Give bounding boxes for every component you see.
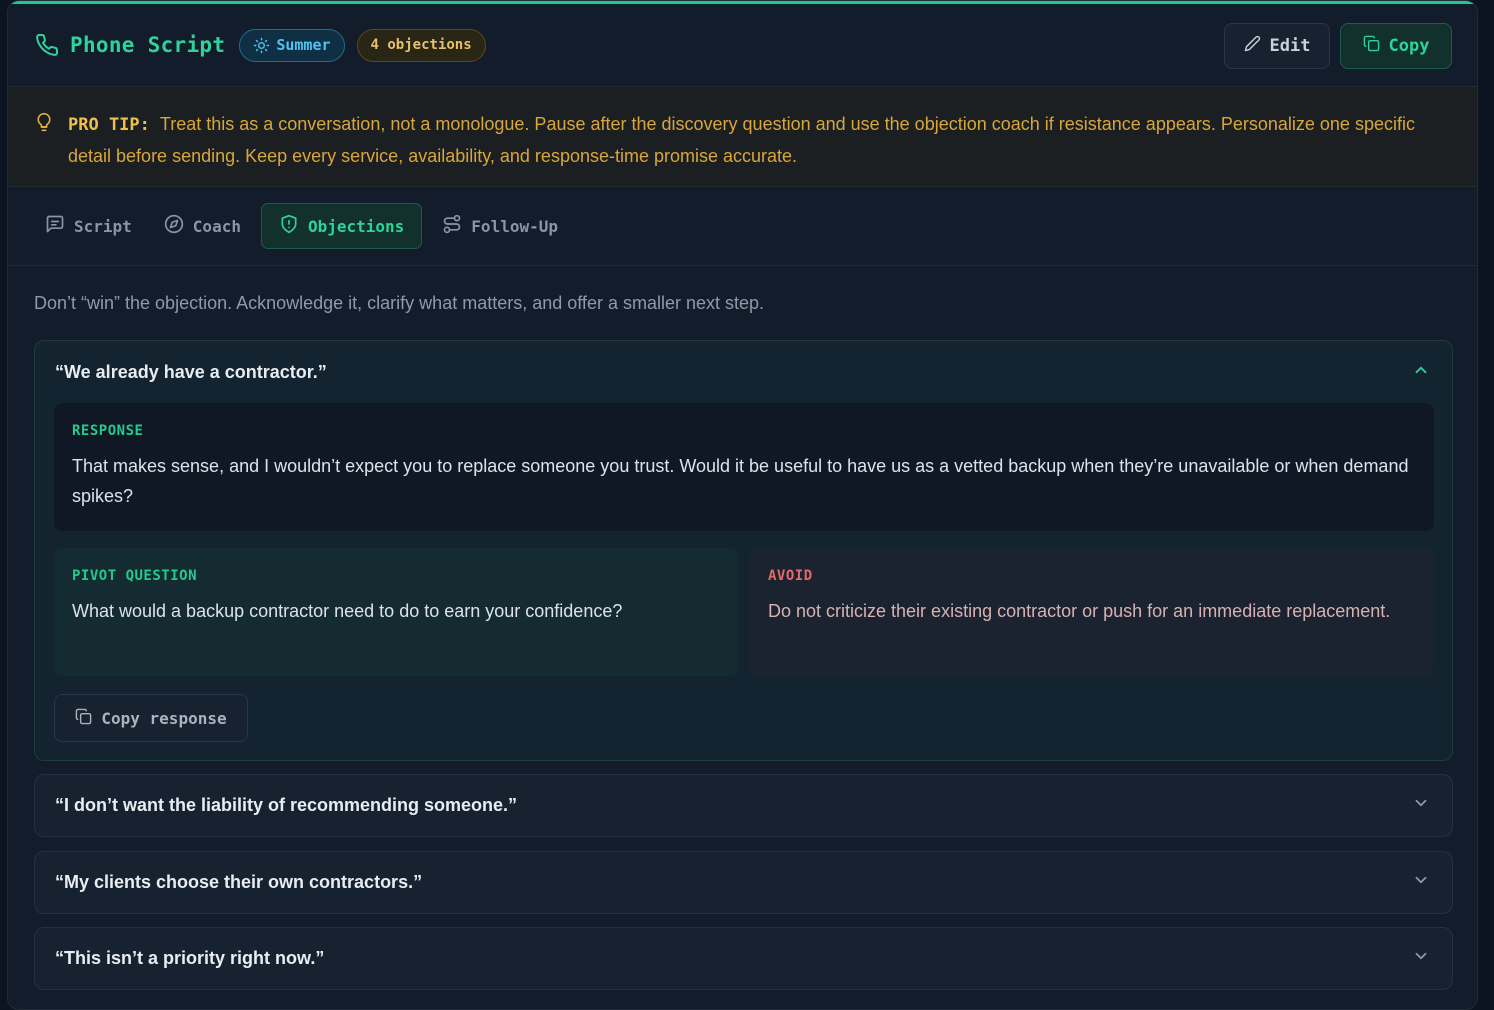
route-icon xyxy=(442,214,462,238)
message-square-icon xyxy=(45,214,65,238)
copy-button-label: Copy xyxy=(1388,36,1430,56)
objection-item: “I don’t want the liability of recommend… xyxy=(34,774,1453,837)
avoid-text: Do not criticize their existing contract… xyxy=(768,601,1391,621)
chevron-down-icon xyxy=(1412,794,1430,817)
pro-tip-banner: PRO TIP: Treat this as a conversation, no… xyxy=(8,86,1477,187)
objection-item: “My clients choose their own contractors… xyxy=(34,851,1453,914)
phone-icon xyxy=(34,32,60,58)
objection-header[interactable]: “We already have a contractor.” xyxy=(35,341,1452,403)
objection-item: “This isn’t a priority right now.” xyxy=(34,927,1453,990)
chevron-down-icon xyxy=(1412,947,1430,970)
season-badge-label: Summer xyxy=(276,36,331,54)
edit-button-label: Edit xyxy=(1269,36,1311,56)
pro-tip-label: PRO TIP: xyxy=(68,115,150,135)
copy-icon xyxy=(75,708,92,729)
copy-response-button[interactable]: Copy response xyxy=(54,694,248,742)
pro-tip-text: Treat this as a conversation, not a mono… xyxy=(68,114,1415,166)
response-label: RESPONSE xyxy=(72,423,144,439)
objections-intro: Don’t “win” the objection. Acknowledge i… xyxy=(34,293,765,313)
objection-question: “We already have a contractor.” xyxy=(55,361,327,382)
avoid-box: AVOID Do not criticize their existing co… xyxy=(750,548,1434,676)
pivot-question-label: PIVOT QUESTION xyxy=(72,568,198,584)
avoid-label: AVOID xyxy=(768,568,813,584)
copy-button[interactable]: Copy xyxy=(1340,23,1452,69)
shield-icon xyxy=(279,214,299,238)
chevron-up-icon xyxy=(1412,361,1430,384)
tab-objections-label: Objections xyxy=(307,216,405,236)
response-box: RESPONSE That makes sense, and I wouldn’… xyxy=(54,403,1434,531)
objection-header[interactable]: “I don’t want the liability of recommend… xyxy=(35,775,1452,836)
edit-button[interactable]: Edit xyxy=(1224,23,1330,69)
objection-question: “This isn’t a priority right now.” xyxy=(55,948,325,968)
tab-divider xyxy=(8,265,1477,266)
pivot-question-text: What would a backup contractor need to d… xyxy=(72,601,623,621)
tab-coach-label: Coach xyxy=(192,216,241,236)
card-header: Phone Script Summer 4 objections Edit Co… xyxy=(8,4,1477,86)
copy-response-label: Copy response xyxy=(101,708,227,728)
tab-script-label: Script xyxy=(74,216,132,236)
objection-question: “My clients choose their own contractors… xyxy=(55,872,423,892)
tab-follow-up-label: Follow-Up xyxy=(471,216,558,236)
phone-script-card: Phone Script Summer 4 objections Edit Co… xyxy=(7,0,1478,1010)
lightbulb-icon xyxy=(34,111,54,143)
objections-count-badge: 4 objections xyxy=(356,28,486,62)
copy-icon xyxy=(1363,35,1380,57)
tab-script[interactable]: Script xyxy=(33,203,144,249)
page-title: Phone Script xyxy=(70,33,226,57)
sun-icon xyxy=(253,37,270,54)
tab-objections[interactable]: Objections xyxy=(260,203,423,249)
objection-header[interactable]: “This isn’t a priority right now.” xyxy=(35,928,1452,989)
chevron-down-icon xyxy=(1412,871,1430,894)
tab-coach[interactable]: Coach xyxy=(152,203,253,249)
pencil-icon xyxy=(1244,35,1261,57)
pivot-question-box: PIVOT QUESTION What would a backup contr… xyxy=(54,548,738,676)
season-badge: Summer xyxy=(239,28,345,62)
tab-bar: Script Coach Objections Follow-Up xyxy=(33,202,570,250)
compass-icon xyxy=(164,214,184,238)
objection-item: “We already have a contractor.” RESPONSE… xyxy=(34,340,1453,761)
objection-header[interactable]: “My clients choose their own contractors… xyxy=(35,852,1452,913)
tab-follow-up[interactable]: Follow-Up xyxy=(430,203,570,249)
response-text: That makes sense, and I wouldn’t expect … xyxy=(72,456,1409,506)
objection-question: “I don’t want the liability of recommend… xyxy=(55,795,518,815)
